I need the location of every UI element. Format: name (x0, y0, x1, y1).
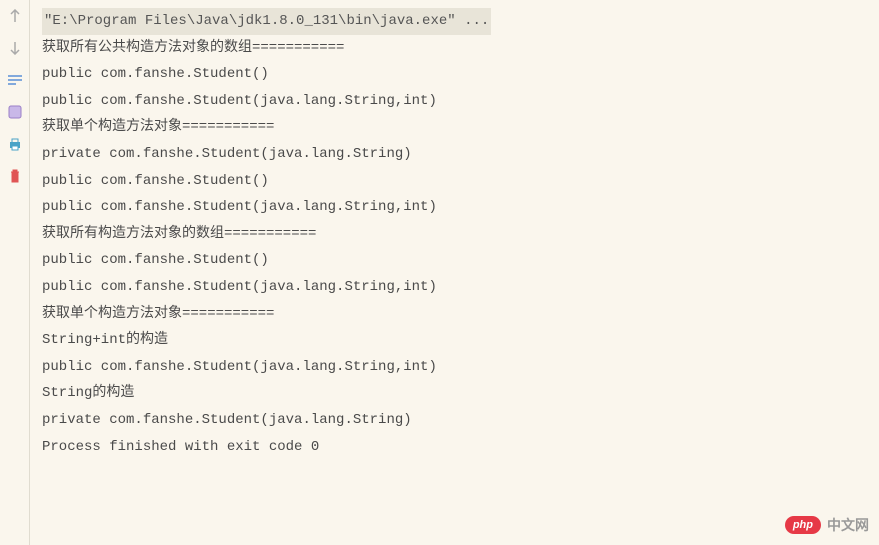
output-line: Process finished with exit code 0 (42, 434, 867, 461)
output-line: public com.fanshe.Student(java.lang.Stri… (42, 194, 867, 221)
arrow-down-icon[interactable] (7, 40, 23, 56)
output-line: public com.fanshe.Student(java.lang.Stri… (42, 354, 867, 381)
output-line: public com.fanshe.Student() (42, 61, 867, 88)
command-line: "E:\Program Files\Java\jdk1.8.0_131\bin\… (42, 8, 867, 35)
output-line: 获取单个构造方法对象=========== (42, 301, 867, 328)
soft-wrap-icon[interactable] (7, 72, 23, 88)
output-line: public com.fanshe.Student() (42, 168, 867, 195)
output-line: private com.fanshe.Student(java.lang.Str… (42, 141, 867, 168)
output-line: public com.fanshe.Student() (42, 247, 867, 274)
output-line: 获取所有公共构造方法对象的数组=========== (42, 35, 867, 62)
scroll-to-end-icon[interactable] (7, 104, 23, 120)
watermark-text: 中文网 (827, 515, 869, 535)
arrow-up-icon[interactable] (7, 8, 23, 24)
console-output[interactable]: "E:\Program Files\Java\jdk1.8.0_131\bin\… (30, 0, 879, 545)
watermark-badge: php (785, 516, 821, 534)
output-line: String+int的构造 (42, 327, 867, 354)
output-line: public com.fanshe.Student(java.lang.Stri… (42, 274, 867, 301)
print-icon[interactable] (7, 136, 23, 152)
output-line: public com.fanshe.Student(java.lang.Stri… (42, 88, 867, 115)
watermark: php 中文网 (785, 515, 869, 535)
output-line: String的构造 (42, 380, 867, 407)
output-line: private com.fanshe.Student(java.lang.Str… (42, 407, 867, 434)
clear-icon[interactable] (7, 168, 23, 184)
console-gutter (0, 0, 30, 545)
output-line: 获取单个构造方法对象=========== (42, 114, 867, 141)
output-line: 获取所有构造方法对象的数组=========== (42, 221, 867, 248)
